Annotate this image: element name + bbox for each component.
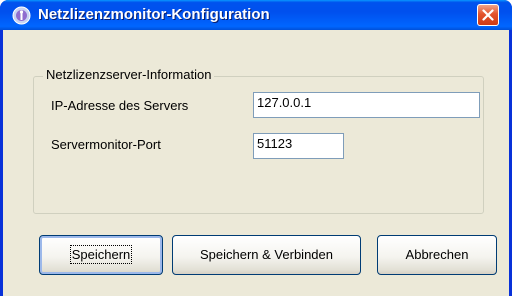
- ip-address-input[interactable]: 127.0.0.1: [253, 92, 480, 118]
- server-port-label: Servermonitor-Port: [51, 137, 161, 152]
- dialog-window: Netzlizenzmonitor-Konfiguration Netzlize…: [0, 0, 512, 296]
- network-license-monitor-icon: [12, 6, 31, 25]
- cancel-button-label: Abbrechen: [405, 247, 469, 262]
- save-button-label: Speichern: [69, 245, 133, 264]
- cancel-button[interactable]: Abbrechen: [377, 235, 497, 275]
- close-icon: [482, 9, 494, 21]
- close-button[interactable]: [477, 4, 499, 26]
- groupbox-legend: Netzlizenzserver-Information: [43, 67, 215, 82]
- save-and-connect-button-label: Speichern & Verbinden: [200, 247, 333, 262]
- ip-address-label: IP-Adresse des Servers: [51, 98, 189, 113]
- title-bar[interactable]: Netzlizenzmonitor-Konfiguration: [0, 0, 512, 30]
- server-port-input[interactable]: 51123: [253, 133, 344, 159]
- save-button[interactable]: Speichern: [39, 235, 163, 275]
- window-title: Netzlizenzmonitor-Konfiguration: [38, 6, 270, 23]
- save-and-connect-button[interactable]: Speichern & Verbinden: [172, 235, 361, 275]
